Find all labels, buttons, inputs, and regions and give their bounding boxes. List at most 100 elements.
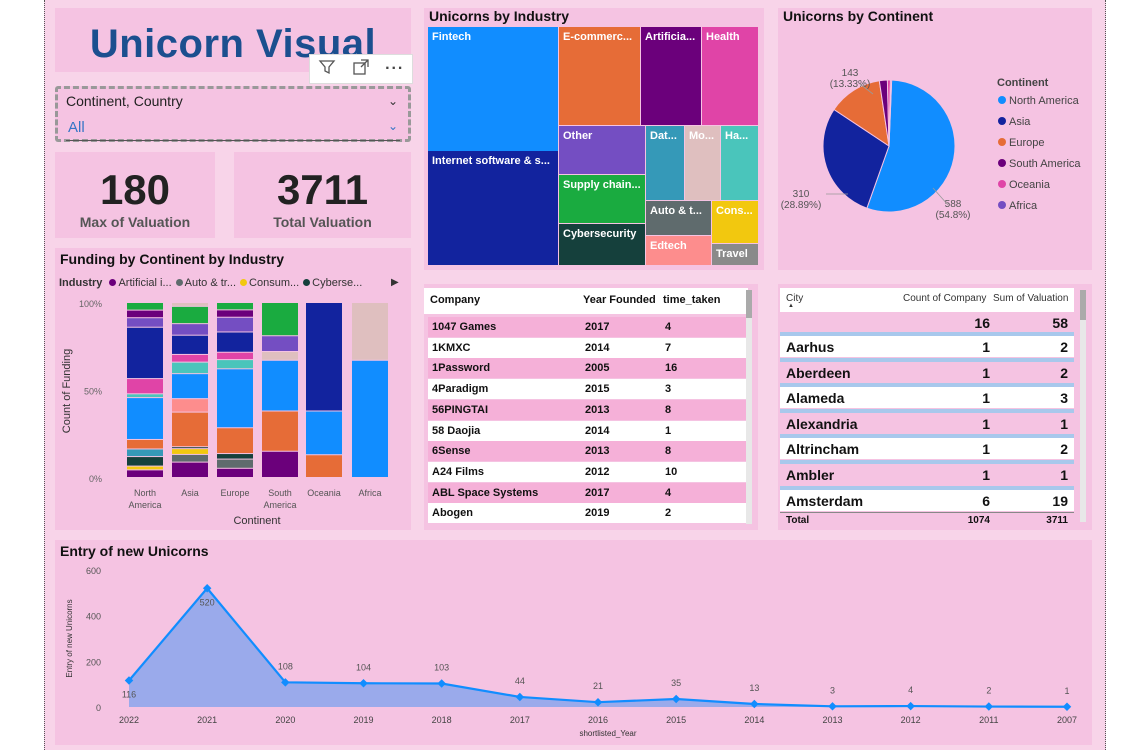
treemap-tile-label: Mo... bbox=[689, 130, 715, 142]
legend-item[interactable]: North America bbox=[998, 95, 1081, 116]
chevron-down-icon[interactable]: ⌄ bbox=[388, 94, 398, 108]
legend-item[interactable]: Europe bbox=[998, 137, 1081, 158]
table-cell: 6 bbox=[982, 492, 990, 509]
treemap-tile-label: Supply chain... bbox=[563, 179, 641, 191]
table-row[interactable]: 56PINGTAI 2013 8 bbox=[428, 399, 746, 420]
table-row[interactable]: ABL Space Systems 2017 4 bbox=[428, 482, 746, 503]
treemap-tile[interactable]: Auto & t... bbox=[646, 201, 711, 235]
treemap-tile[interactable]: Dat... bbox=[646, 126, 684, 200]
table-row[interactable]: Amsterdam 6 19 bbox=[780, 489, 1074, 511]
table-cell: 1 bbox=[982, 467, 990, 483]
data-label: 44 bbox=[515, 676, 525, 686]
table-row[interactable]: 4Paradigm 2015 3 bbox=[428, 379, 746, 400]
treemap-tile[interactable]: Internet software & s... bbox=[428, 151, 558, 265]
treemap-tile[interactable]: Mo... bbox=[685, 126, 720, 200]
treemap-tile[interactable]: Other bbox=[559, 126, 645, 174]
table-cell: 3 bbox=[1060, 390, 1068, 407]
treemap-tile[interactable]: Ha... bbox=[721, 126, 758, 200]
x-tick-label: 2019 bbox=[353, 715, 373, 725]
treemap-tile-label: Other bbox=[563, 130, 593, 142]
table-row[interactable]: A24 Films 2012 10 bbox=[428, 461, 746, 482]
bar-segment bbox=[172, 362, 208, 374]
table-cell: 2019 bbox=[585, 507, 610, 520]
treemap-tile-label: Dat... bbox=[650, 130, 677, 142]
table-row[interactable]: Alexandria 1 1 bbox=[780, 412, 1074, 434]
treemap-tile[interactable]: Travel bbox=[712, 244, 758, 265]
legend-dot-icon bbox=[998, 138, 1006, 146]
table-row[interactable]: 58 Daojia 2014 1 bbox=[428, 420, 746, 441]
slicer-dropdown[interactable]: All ⌄ bbox=[66, 119, 400, 141]
table-row[interactable]: 6Sense 2013 8 bbox=[428, 441, 746, 462]
focus-mode-icon[interactable] bbox=[352, 58, 370, 81]
more-options-icon[interactable]: ··· bbox=[385, 60, 404, 78]
table-cell: 2017 bbox=[585, 321, 610, 333]
table-cell: 7 bbox=[665, 341, 672, 354]
x-tick-label: Oceania bbox=[307, 488, 341, 498]
table-cell: 4 bbox=[665, 486, 672, 499]
table-row[interactable]: Altrincham 1 2 bbox=[780, 438, 1074, 460]
bar-segment bbox=[172, 324, 208, 335]
treemap-tile-label: Edtech bbox=[650, 240, 687, 252]
table-row[interactable]: 1KMXC 2014 7 bbox=[428, 337, 746, 358]
kpi-value: 180 bbox=[99, 166, 171, 213]
industry-treemap: Fintech Internet software & s... E-commerc… bbox=[428, 27, 758, 265]
data-point bbox=[750, 699, 759, 709]
treemap-tile[interactable]: E-commerc... bbox=[559, 27, 640, 125]
chart-title: Unicorns by Industry bbox=[429, 8, 570, 24]
x-tick-label: 2015 bbox=[666, 715, 686, 725]
table-cell: 1Password bbox=[432, 362, 491, 375]
treemap-tile-label: Ha... bbox=[725, 130, 749, 142]
table-row[interactable]: Aarhus 1 2 bbox=[780, 336, 1074, 357]
legend-item[interactable]: Asia bbox=[998, 116, 1081, 137]
table-cell: 10 bbox=[665, 465, 678, 478]
table-row[interactable]: 1047 Games 2017 4 bbox=[428, 317, 746, 337]
filter-icon[interactable] bbox=[318, 58, 336, 81]
x-tick-label: 2013 bbox=[822, 715, 842, 725]
data-label: 143 (13.33%) bbox=[830, 68, 871, 90]
column-header[interactable]: Year Founded bbox=[583, 294, 656, 306]
bar-segment bbox=[262, 411, 298, 451]
table-row[interactable]: Abogen 2019 2 bbox=[428, 503, 746, 524]
treemap-tile[interactable]: Edtech bbox=[646, 236, 711, 265]
bar-segment bbox=[217, 360, 253, 369]
report-canvas: Unicorn Visual ··· Continent, Country ⌄ … bbox=[44, 0, 1106, 750]
legend-item[interactable]: Africa bbox=[998, 200, 1081, 221]
bar-segment bbox=[172, 462, 208, 477]
legend-item[interactable]: South America bbox=[998, 158, 1081, 179]
bar-segment bbox=[172, 354, 208, 362]
x-tick-label: 2018 bbox=[432, 715, 452, 725]
legend-label: Africa bbox=[1009, 200, 1038, 212]
table-row[interactable]: Alameda 1 3 bbox=[780, 387, 1074, 409]
column-header[interactable]: Count of Company bbox=[903, 293, 986, 304]
treemap-tile[interactable]: Artificia... bbox=[641, 27, 701, 125]
treemap-tile[interactable]: Cybersecurity bbox=[559, 224, 645, 265]
legend-item[interactable]: Oceania bbox=[998, 179, 1081, 200]
table-cell: 2 bbox=[1060, 364, 1068, 381]
treemap-tile[interactable]: Health bbox=[702, 27, 758, 125]
table-row[interactable]: Aberdeen 1 2 bbox=[780, 361, 1074, 383]
treemap-tile[interactable]: Supply chain... bbox=[559, 175, 645, 223]
table-cell: 2015 bbox=[585, 383, 610, 396]
treemap-tile[interactable]: Cons... bbox=[712, 201, 758, 243]
column-header[interactable]: time_taken bbox=[663, 294, 720, 306]
chevron-down-icon[interactable]: ⌄ bbox=[388, 119, 398, 133]
legend-dot-icon bbox=[998, 96, 1006, 104]
treemap-tile[interactable]: Fintech bbox=[428, 27, 558, 151]
bar-segment bbox=[217, 468, 253, 477]
y-tick-label: 600 bbox=[86, 566, 101, 576]
table-cell: 2012 bbox=[585, 465, 610, 478]
column-header[interactable]: Sum of Valuation bbox=[993, 293, 1068, 304]
bar-segment bbox=[217, 369, 253, 428]
column-header[interactable]: Company bbox=[430, 294, 480, 306]
table-row[interactable]: 1Password 2005 16 bbox=[428, 358, 746, 379]
table-cell: 2 bbox=[1060, 441, 1068, 458]
vertical-scrollbar[interactable] bbox=[1080, 290, 1086, 522]
data-label: 104 bbox=[356, 662, 371, 672]
kpi-caption: Max of Valuation bbox=[79, 214, 191, 230]
vertical-scrollbar[interactable] bbox=[746, 290, 752, 524]
bar-segment bbox=[172, 399, 208, 412]
sort-arrow-icon[interactable]: ▲ bbox=[788, 303, 794, 309]
bar-segment bbox=[217, 317, 253, 332]
table-row[interactable]: Ambler 1 1 bbox=[780, 464, 1074, 485]
continent-country-slicer[interactable]: Continent, Country ⌄ All ⌄ bbox=[55, 86, 411, 142]
